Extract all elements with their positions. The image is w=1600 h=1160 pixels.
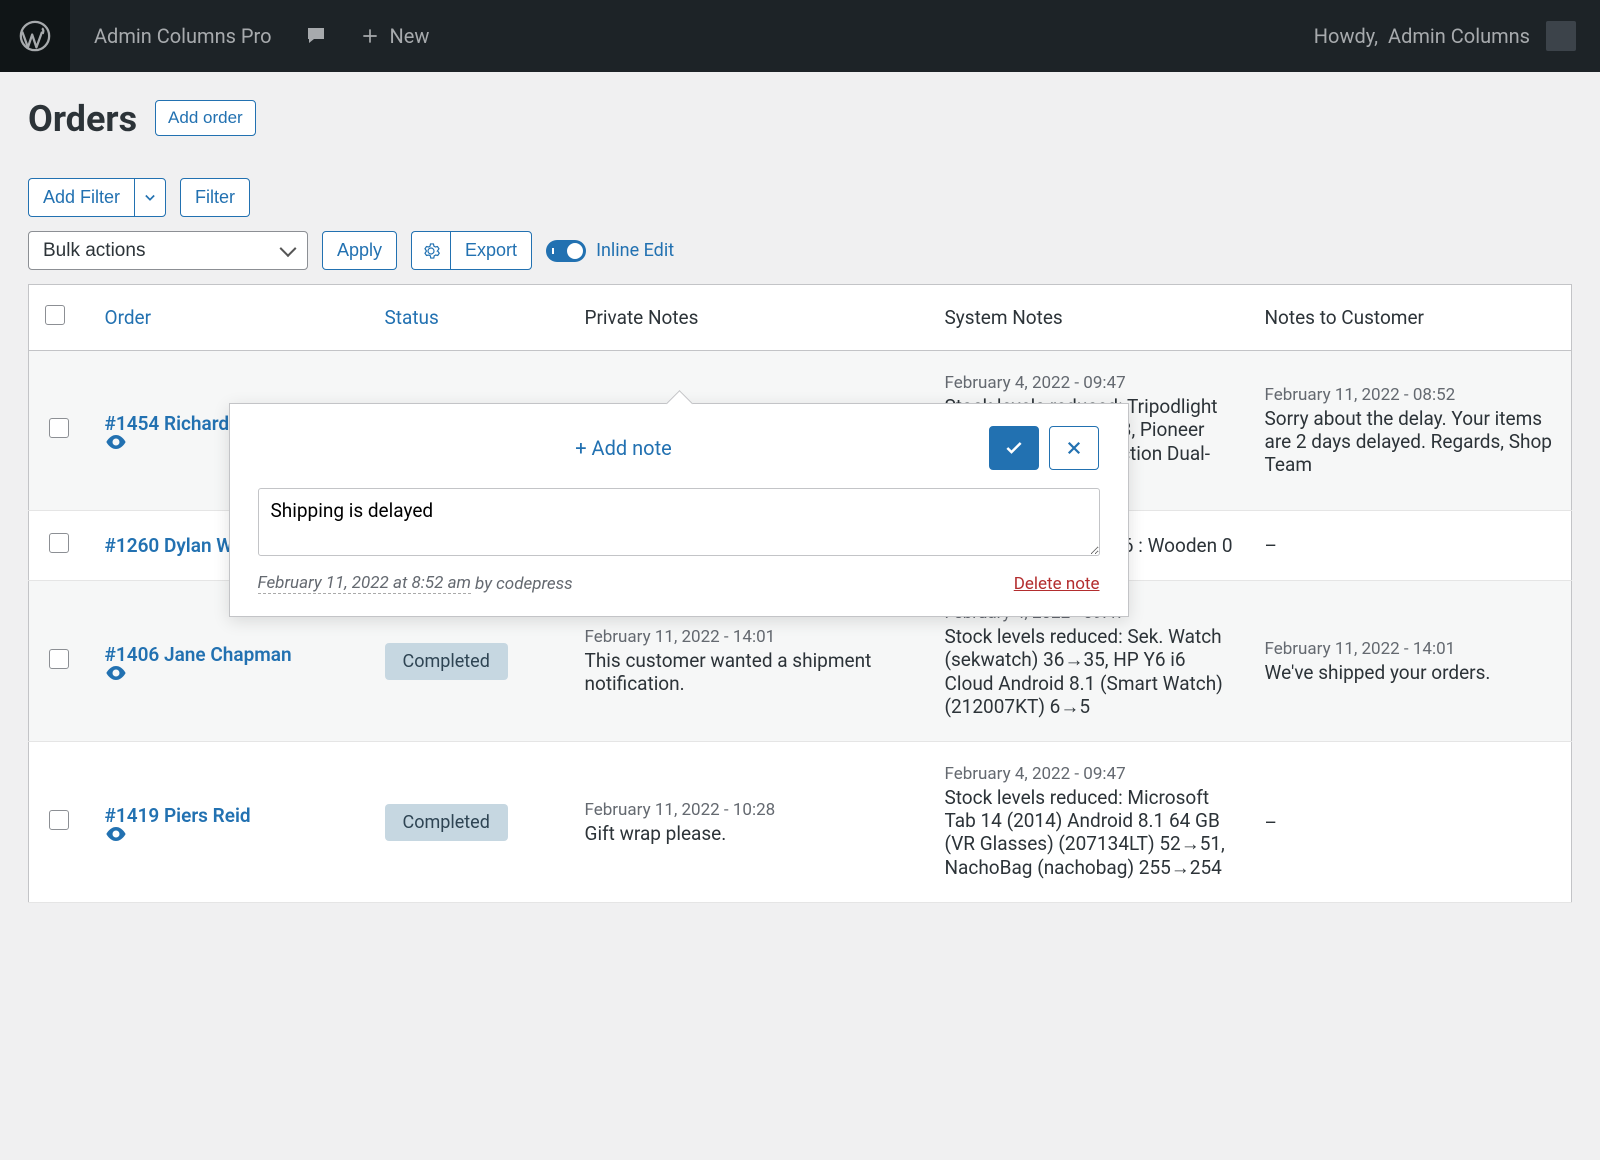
note-text: Sorry about the delay. Your items are 2 …	[1265, 407, 1556, 476]
add-order-button[interactable]: Add order	[155, 100, 256, 136]
table-row: #1454 Richard Henderson Completed Februa…	[29, 351, 1572, 511]
order-link[interactable]: #1419 Piers Reid	[105, 804, 251, 827]
status-badge: Completed	[385, 804, 508, 841]
note-date: February 11, 2022 - 14:01	[585, 627, 913, 647]
wp-logo[interactable]	[0, 0, 70, 72]
comment-icon	[304, 24, 328, 48]
add-note-link[interactable]: + Add note	[575, 436, 671, 460]
filter-button[interactable]: Filter	[180, 178, 250, 217]
page-title: Orders	[28, 98, 137, 140]
row-checkbox[interactable]	[49, 418, 69, 438]
export-settings-button[interactable]	[411, 231, 450, 270]
chevron-down-icon	[145, 193, 155, 203]
note-date: February 4, 2022 - 09:47	[945, 764, 1233, 784]
note-date: February 11, 2022 - 08:52	[1265, 385, 1556, 405]
note-meta-author: by codepress	[475, 574, 573, 594]
inline-edit-toggle[interactable]: Inline Edit	[546, 240, 674, 262]
note-meta-date: February 11, 2022 at 8:52 am	[258, 573, 472, 594]
admin-bar: Admin Columns Pro New Howdy, Admin Colum…	[0, 0, 1600, 72]
delete-note-link[interactable]: Delete note	[1014, 574, 1100, 594]
orders-table: Order Status Private Notes System Notes …	[28, 284, 1572, 903]
plus-icon	[360, 26, 380, 46]
new-content-link[interactable]: New	[360, 24, 430, 48]
note-text: We've shipped your orders.	[1265, 661, 1556, 684]
column-status[interactable]: Status	[369, 285, 569, 351]
row-checkbox[interactable]	[49, 810, 69, 830]
note-text: –	[1265, 811, 1556, 834]
row-checkbox[interactable]	[49, 533, 69, 553]
site-title-link[interactable]: Admin Columns Pro	[94, 24, 272, 48]
note-text: Gift wrap please.	[585, 822, 913, 845]
note-date: February 11, 2022 - 10:28	[585, 800, 913, 820]
howdy-text: Howdy, Admin Columns	[1314, 24, 1530, 48]
note-textarea[interactable]	[258, 488, 1100, 556]
select-all-checkbox[interactable]	[45, 305, 65, 325]
add-filter-button[interactable]: Add Filter	[28, 178, 134, 217]
column-customer-notes: Notes to Customer	[1249, 285, 1572, 351]
table-row: #1419 Piers Reid Completed February 11, …	[29, 742, 1572, 903]
note-text: Stock levels reduced: Microsoft Tab 14 (…	[945, 786, 1233, 880]
apply-button[interactable]: Apply	[322, 231, 397, 270]
export-button[interactable]: Export	[450, 231, 532, 270]
cancel-button[interactable]	[1049, 426, 1099, 470]
note-text: –	[1265, 534, 1556, 557]
order-link[interactable]: #1406 Jane Chapman	[105, 643, 292, 666]
preview-icon[interactable]	[105, 666, 353, 680]
gear-icon	[422, 242, 440, 260]
bulk-actions-select[interactable]: Bulk actions	[28, 231, 308, 270]
row-checkbox[interactable]	[49, 649, 69, 669]
note-date: February 4, 2022 - 09:47	[945, 373, 1233, 393]
note-text: Stock levels reduced: Sek. Watch (sekwat…	[945, 625, 1233, 719]
close-icon	[1065, 439, 1083, 457]
avatar[interactable]	[1546, 21, 1576, 51]
note-text: This customer wanted a shipment notifica…	[585, 649, 913, 695]
check-icon	[1004, 438, 1024, 458]
inline-edit-label: Inline Edit	[596, 240, 674, 261]
new-label: New	[390, 24, 430, 48]
column-order[interactable]: Order	[89, 285, 369, 351]
wordpress-icon	[18, 19, 52, 53]
column-private-notes: Private Notes	[569, 285, 929, 351]
site-title: Admin Columns Pro	[94, 24, 272, 48]
confirm-button[interactable]	[989, 426, 1039, 470]
note-date: February 11, 2022 - 14:01	[1265, 639, 1556, 659]
comments-link[interactable]	[304, 24, 328, 48]
column-system-notes: System Notes	[929, 285, 1249, 351]
edit-note-popover: + Add note February 11, 2022 at 8	[229, 403, 1129, 617]
toggle-switch-icon	[546, 240, 586, 262]
order-link[interactable]: #1260 Dylan W	[105, 534, 233, 557]
status-badge: Completed	[385, 643, 508, 680]
add-filter-dropdown[interactable]	[134, 178, 166, 217]
preview-icon[interactable]	[105, 827, 353, 841]
